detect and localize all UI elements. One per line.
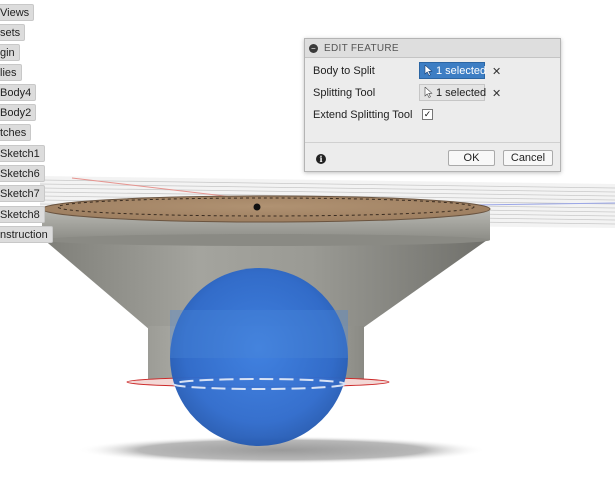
tree-item-sketch6[interactable]: Sketch6 xyxy=(0,165,45,182)
body-to-split-value: 1 selected xyxy=(436,65,487,77)
info-icon[interactable]: i xyxy=(316,154,326,164)
tree-item-body4[interactable]: Body4 xyxy=(0,84,37,101)
cursor-arrow-icon xyxy=(424,87,433,98)
tree-item-construction[interactable]: nstruction xyxy=(0,226,53,243)
cancel-button[interactable]: Cancel xyxy=(503,150,553,166)
splitting-tool-label: Splitting Tool xyxy=(313,87,376,99)
splitting-tool-value: 1 selected xyxy=(436,87,487,99)
extend-splitting-tool-checkbox[interactable]: ✓ xyxy=(422,109,433,120)
dialog-divider xyxy=(305,142,560,143)
tree-item-sketches[interactable]: tches xyxy=(0,124,32,141)
extend-splitting-tool-label: Extend Splitting Tool xyxy=(313,109,413,121)
tree-item-sketch1[interactable]: Sketch1 xyxy=(0,145,45,162)
dialog-title: EDIT FEATURE xyxy=(324,42,399,54)
body-to-split-label: Body to Split xyxy=(313,65,375,77)
clear-tool-selection-icon[interactable]: ✕ xyxy=(492,87,501,100)
center-point[interactable] xyxy=(253,203,261,211)
clear-body-selection-icon[interactable]: ✕ xyxy=(492,65,501,78)
tree-item-views[interactable]: Views xyxy=(0,4,35,21)
collapse-icon[interactable]: − xyxy=(309,43,318,53)
splitting-tool-selector[interactable]: 1 selected xyxy=(419,84,487,101)
tree-item-sets[interactable]: sets xyxy=(0,24,26,41)
tree-item-origin[interactable]: gin xyxy=(0,44,20,61)
dialog-header[interactable]: − EDIT FEATURE xyxy=(305,39,560,58)
edit-feature-dialog: − EDIT FEATURE Body to Split 1 selected … xyxy=(304,38,561,172)
body-to-split-selector[interactable]: 1 selected xyxy=(419,62,487,79)
tree-item-bodies[interactable]: lies xyxy=(0,64,22,81)
tree-item-sketch7[interactable]: Sketch7 xyxy=(0,185,45,202)
ok-button[interactable]: OK xyxy=(448,150,495,166)
cursor-arrow-icon xyxy=(424,65,433,76)
body-sphere[interactable] xyxy=(170,268,348,446)
tree-item-body2[interactable]: Body2 xyxy=(0,104,37,121)
tree-item-sketch8[interactable]: Sketch8 xyxy=(0,206,45,223)
top-face[interactable] xyxy=(41,195,491,223)
